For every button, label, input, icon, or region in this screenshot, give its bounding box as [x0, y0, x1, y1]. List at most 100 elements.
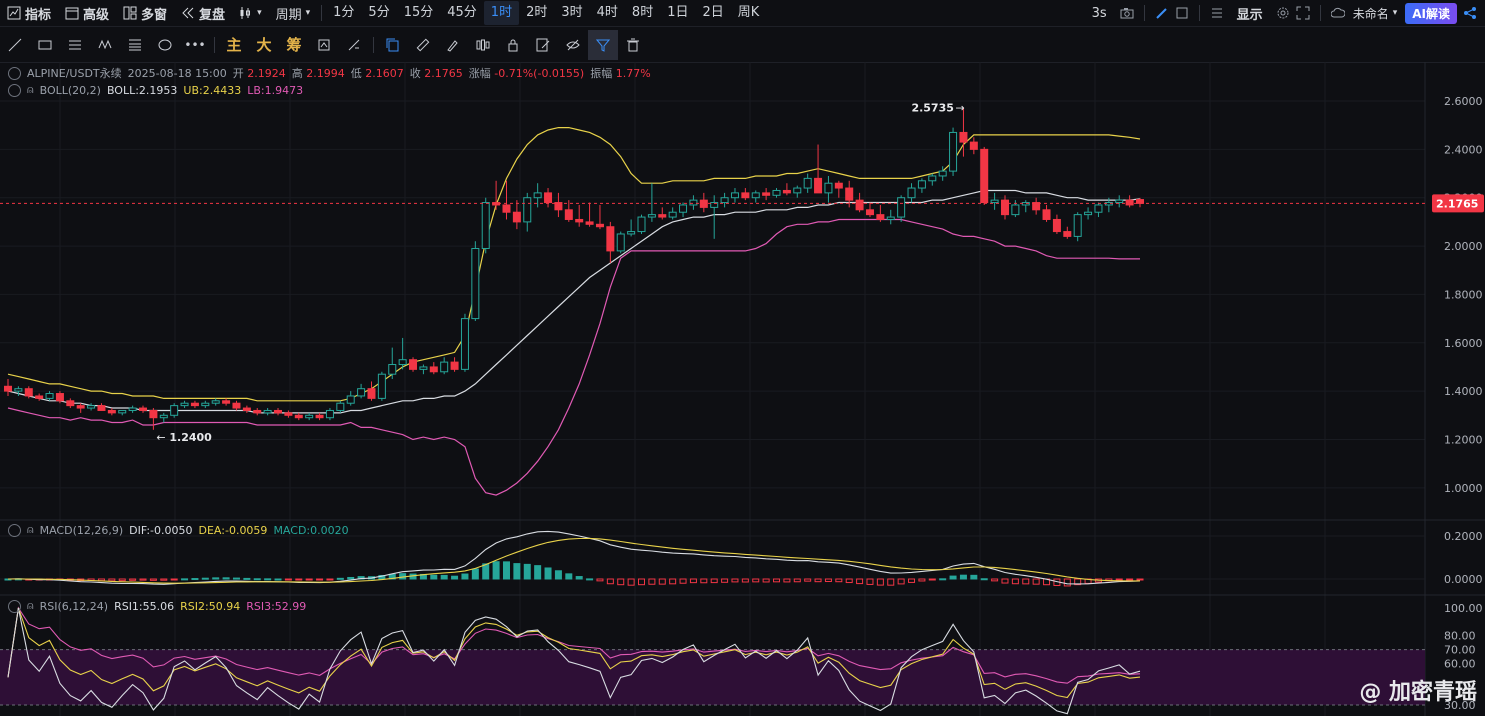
- bell-icon[interactable]: ⍝: [27, 523, 34, 537]
- macd-histogram-bar: [762, 578, 770, 583]
- candle-body: [637, 216, 646, 233]
- timeframe-tab[interactable]: 5分: [361, 1, 396, 25]
- eye-icon[interactable]: [8, 599, 21, 613]
- eye-icon[interactable]: [8, 83, 21, 97]
- filter-tool[interactable]: [588, 29, 618, 60]
- note-icon[interactable]: [1175, 6, 1189, 20]
- ruler-diagonal-icon: [416, 38, 430, 51]
- indicators-button[interactable]: 指标: [0, 1, 58, 25]
- big-order-button[interactable]: 大: [249, 30, 279, 60]
- measure-tool[interactable]: [339, 30, 369, 60]
- more-tools[interactable]: •••: [180, 30, 210, 60]
- price-tick-label: 1.0000: [1444, 482, 1483, 495]
- sync-tool[interactable]: [309, 30, 339, 60]
- candle-body: [481, 202, 490, 249]
- main-chart-button[interactable]: 主: [219, 30, 249, 60]
- channel-tool[interactable]: [60, 30, 90, 60]
- timeframe-tab[interactable]: 1分: [326, 1, 361, 25]
- candle-body: [606, 226, 615, 252]
- camera-icon[interactable]: [1120, 6, 1134, 20]
- chart-type-button[interactable]: ▾: [232, 1, 269, 25]
- candle-body: [845, 187, 854, 201]
- pencil-icon[interactable]: [1155, 6, 1169, 20]
- rectangle-tool[interactable]: [30, 30, 60, 60]
- candle-body: [949, 131, 958, 172]
- bell-icon[interactable]: ⍝: [27, 599, 34, 613]
- calendar-icon: [65, 7, 79, 20]
- macd-histogram-bar: [544, 567, 552, 580]
- circle-icon: [158, 39, 172, 50]
- timeframe-tab[interactable]: 4时: [590, 1, 625, 25]
- macd-histogram-bar: [970, 574, 978, 580]
- price-tick-label: 2.0000: [1444, 240, 1483, 253]
- fib-tool[interactable]: [120, 30, 150, 60]
- candle-body: [907, 187, 916, 199]
- chips-button[interactable]: 筹: [279, 30, 309, 60]
- macd-histogram-bar: [440, 574, 448, 580]
- macd-histogram-bar: [108, 578, 116, 582]
- open-value: 2.1924: [247, 67, 286, 80]
- magnet-tool[interactable]: [378, 30, 408, 60]
- candle-body: [782, 189, 791, 194]
- candle-body: [242, 407, 251, 411]
- rsi-tick-label: 70.00: [1444, 644, 1476, 657]
- boll-name[interactable]: BOLL(20,2): [40, 84, 101, 97]
- list-icon[interactable]: [1210, 6, 1224, 20]
- timeframe-tab[interactable]: 8时: [625, 1, 660, 25]
- ai-read-button[interactable]: AI解读: [1405, 2, 1457, 24]
- candle-body: [128, 407, 137, 411]
- timeframe-tab[interactable]: 1时: [483, 1, 520, 25]
- advanced-button[interactable]: 高级: [58, 1, 116, 25]
- lock-tool[interactable]: [498, 30, 528, 60]
- eye-icon[interactable]: [8, 66, 21, 80]
- ruler-icon: [348, 39, 360, 50]
- gear-icon[interactable]: [1276, 6, 1290, 20]
- wave-tool[interactable]: [90, 30, 120, 60]
- candle-body: [897, 197, 906, 218]
- delete-tool[interactable]: [618, 30, 648, 60]
- eye-icon[interactable]: [8, 523, 21, 537]
- macd-histogram-bar: [253, 578, 261, 581]
- rsi-name[interactable]: RSI(6,12,24): [40, 600, 108, 613]
- ellipse-tool[interactable]: [150, 30, 180, 60]
- brush-tool[interactable]: [438, 30, 468, 60]
- candle-body: [471, 247, 480, 320]
- candle-body: [409, 359, 418, 370]
- timeframe-tabs: 1分 5分 15分 45分 1时 2时 3时 4时 8时 1日 2日 周K: [326, 1, 766, 25]
- replay-button[interactable]: 复盘: [174, 1, 232, 25]
- candle-body: [1125, 199, 1134, 206]
- macd-histogram-bar: [845, 578, 853, 584]
- macd-histogram-bar: [731, 578, 739, 583]
- ruler-tool[interactable]: [408, 30, 438, 60]
- hide-tool[interactable]: [558, 30, 588, 60]
- macd-histogram-bar: [575, 576, 583, 580]
- macd-histogram-bar: [565, 573, 573, 580]
- display-button[interactable]: 显示: [1230, 1, 1270, 25]
- share-icon[interactable]: [1463, 6, 1477, 20]
- macd-histogram-bar: [617, 578, 625, 586]
- low-key: 低: [350, 67, 362, 80]
- timeframe-tab[interactable]: 2日: [695, 1, 730, 25]
- refresh-interval[interactable]: 3s: [1085, 1, 1114, 25]
- price-tick-label: 2.4000: [1444, 143, 1483, 156]
- period-dropdown[interactable]: 周期 ▾: [269, 1, 318, 25]
- trendline-tool[interactable]: [0, 30, 30, 60]
- timeframe-tab[interactable]: 1日: [660, 1, 695, 25]
- fullscreen-icon[interactable]: [1296, 6, 1310, 20]
- timeframe-tab[interactable]: 2时: [519, 1, 554, 25]
- macd-name[interactable]: MACD(12,26,9): [40, 524, 124, 537]
- macd-histogram-bar: [222, 577, 230, 580]
- bell-icon[interactable]: ⍝: [27, 83, 34, 97]
- pattern-tool[interactable]: [468, 30, 498, 60]
- timeframe-tab[interactable]: 45分: [440, 1, 484, 25]
- notes-tool[interactable]: [528, 30, 558, 60]
- timeframe-tab[interactable]: 15分: [397, 1, 441, 25]
- layout-name-dropdown[interactable]: 未命名 ▾: [1351, 1, 1400, 25]
- rsi-tick-label: 60.00: [1444, 657, 1476, 670]
- price-chart[interactable]: 2.60002.40002.20002.00001.80001.60001.40…: [0, 62, 1485, 716]
- macd-histogram-bar: [928, 578, 936, 581]
- timeframe-tab[interactable]: 周K: [731, 1, 767, 25]
- timeframe-tab[interactable]: 3时: [554, 1, 589, 25]
- multi-window-button[interactable]: 多窗: [116, 1, 174, 25]
- macd-histogram-bar: [1063, 578, 1071, 587]
